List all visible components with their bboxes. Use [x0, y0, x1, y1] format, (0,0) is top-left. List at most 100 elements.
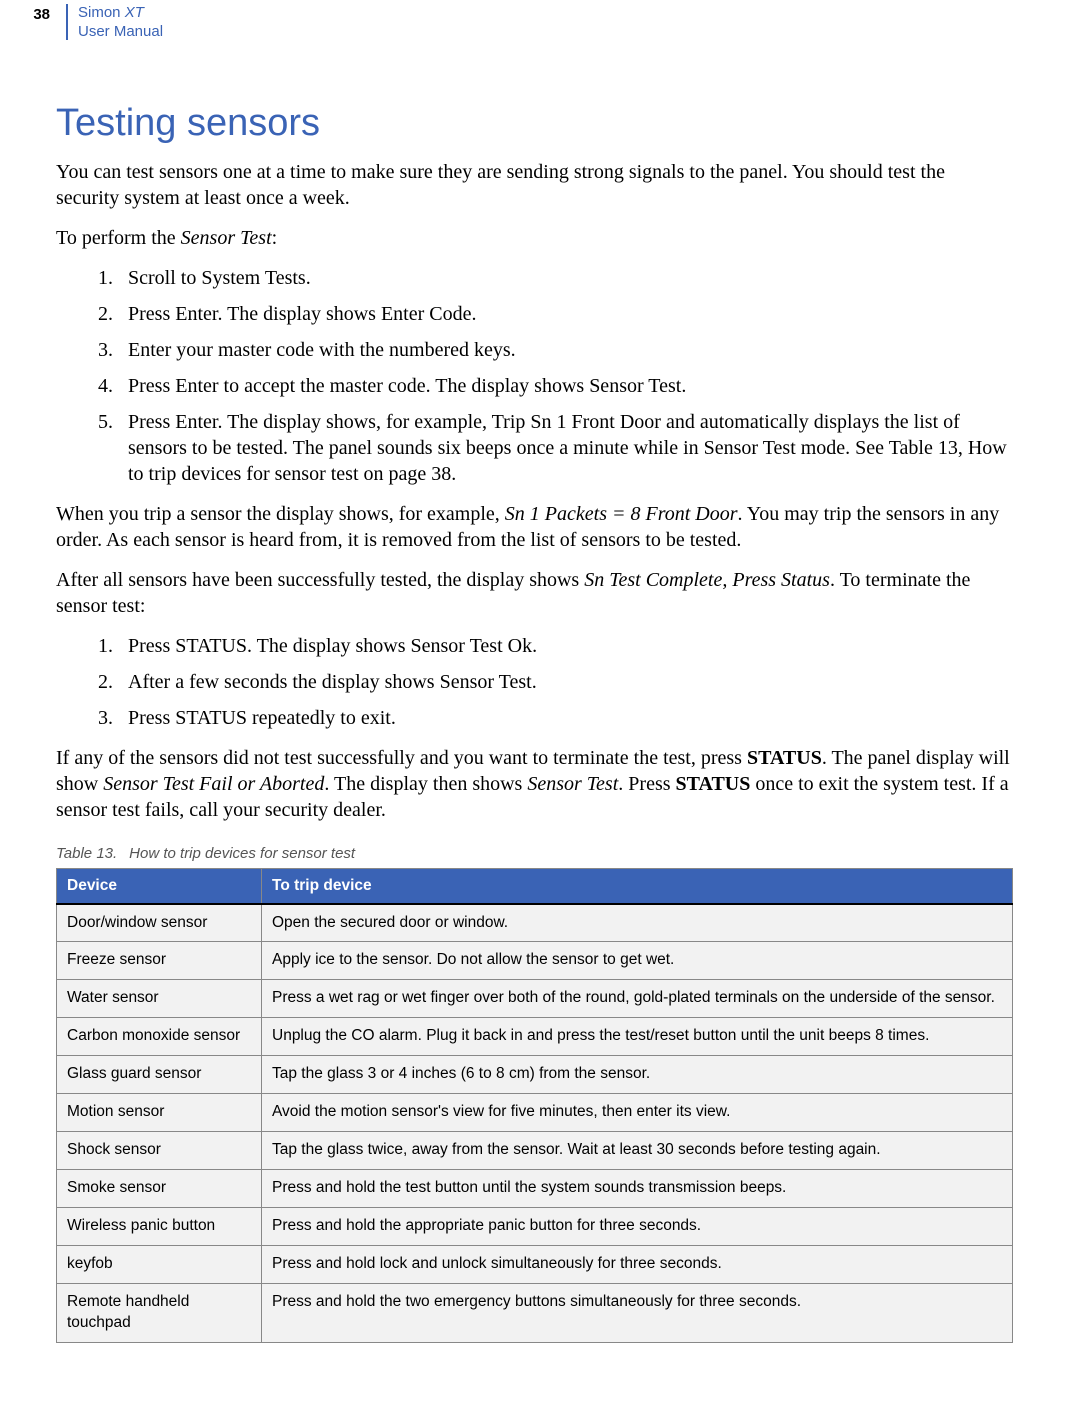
text: . — [532, 635, 537, 657]
text-italic: Sensor Test — [527, 773, 618, 795]
text: Scroll to — [128, 267, 201, 289]
text: . — [681, 375, 686, 397]
cell-action: Avoid the motion sensor's view for five … — [262, 1094, 1013, 1132]
list-item: Press Enter. The display shows, for exam… — [118, 409, 1013, 487]
table-row: Motion sensorAvoid the motion sensor's v… — [57, 1094, 1013, 1132]
cell-action: Open the secured door or window. — [262, 904, 1013, 942]
cell-device: keyfob — [57, 1245, 262, 1283]
text: . The display then shows — [324, 773, 527, 795]
list-item: Enter your master code with the numbered… — [118, 337, 1013, 363]
text: to accept the master code. The display s… — [219, 375, 590, 397]
list-item: After a few seconds the display shows Se… — [118, 669, 1013, 695]
text-italic: Sensor Test — [704, 437, 796, 459]
text: Press — [128, 635, 175, 657]
table-row: Smoke sensorPress and hold the test butt… — [57, 1169, 1013, 1207]
text: . Press — [618, 773, 675, 795]
text-bold: Enter — [175, 375, 218, 397]
doc-title-line1: Simon XT — [78, 4, 163, 23]
header-divider — [66, 4, 68, 40]
text: After a few seconds the display shows — [128, 671, 440, 693]
text: To perform the — [56, 227, 181, 249]
text-italic: Sn Test Complete, Press Status — [584, 569, 830, 591]
text: Enter your master code with the numbered… — [128, 339, 516, 361]
cell-device: Shock sensor — [57, 1132, 262, 1170]
text-italic: Sensor Test — [589, 375, 681, 397]
cell-action: Press and hold the two emergency buttons… — [262, 1283, 1013, 1342]
text: . — [306, 267, 311, 289]
col-header-device: Device — [57, 868, 262, 904]
col-header-action: To trip device — [262, 868, 1013, 904]
table-row: Door/window sensorOpen the secured door … — [57, 904, 1013, 942]
page: 38 Simon XT User Manual Testing sensors … — [0, 0, 1069, 1409]
cell-action: Press a wet rag or wet finger over both … — [262, 980, 1013, 1018]
table-header-row: Device To trip device — [57, 868, 1013, 904]
text-italic: Sensor Test Ok — [411, 635, 533, 657]
text-italic: System Tests — [201, 267, 305, 289]
text: Press — [128, 303, 175, 325]
cell-action: Tap the glass 3 or 4 inches (6 to 8 cm) … — [262, 1056, 1013, 1094]
device-trip-table: Device To trip device Door/window sensor… — [56, 868, 1013, 1343]
cell-device: Door/window sensor — [57, 904, 262, 942]
text-bold: STATUS — [175, 707, 247, 729]
text-bold: STATUS — [175, 635, 247, 657]
text-italic: Sensor Test Fail or Aborted — [103, 773, 324, 795]
cell-action: Press and hold the appropriate panic but… — [262, 1207, 1013, 1245]
table-row: keyfobPress and hold lock and unlock sim… — [57, 1245, 1013, 1283]
cell-device: Motion sensor — [57, 1094, 262, 1132]
table-row: Shock sensorTap the glass twice, away fr… — [57, 1132, 1013, 1170]
text: on page 38. — [359, 463, 457, 485]
intro-paragraph: You can test sensors one at a time to ma… — [56, 159, 1013, 211]
text-bold: Enter — [175, 303, 217, 325]
table-title: How to trip devices for sensor test — [129, 845, 355, 862]
cell-device: Glass guard sensor — [57, 1056, 262, 1094]
cell-device: Water sensor — [57, 980, 262, 1018]
text: When you trip a sensor the display shows… — [56, 503, 505, 525]
cell-action: Tap the glass twice, away from the senso… — [262, 1132, 1013, 1170]
product-name: Simon — [78, 4, 125, 21]
perform-label: To perform the Sensor Test: — [56, 225, 1013, 251]
cell-action: Unplug the CO alarm. Plug it back in and… — [262, 1018, 1013, 1056]
text-italic: Enter Code — [381, 303, 472, 325]
text: Press — [128, 375, 175, 397]
text-italic: Trip Sn 1 Front Door — [492, 411, 661, 433]
list-item: Press Enter. The display shows Enter Cod… — [118, 301, 1013, 327]
text: . The display shows — [247, 635, 411, 657]
text-bold: STATUS — [747, 747, 822, 769]
section-heading: Testing sensors — [56, 102, 1013, 145]
text: After all sensors have been successfully… — [56, 569, 584, 591]
product-suffix: XT — [125, 4, 144, 21]
text: . — [532, 671, 537, 693]
table-row: Freeze sensorApply ice to the sensor. Do… — [57, 942, 1013, 980]
text-bold: Enter — [175, 411, 217, 433]
page-header: 38 Simon XT User Manual — [0, 0, 1013, 42]
text-italic: Sensor Test — [440, 671, 532, 693]
table-row: Wireless panic buttonPress and hold the … — [57, 1207, 1013, 1245]
text: repeatedly to exit. — [247, 707, 396, 729]
text: Press — [128, 411, 175, 433]
text-italic: Sensor Test — [181, 227, 272, 249]
cell-action: Apply ice to the sensor. Do not allow th… — [262, 942, 1013, 980]
doc-title: Simon XT User Manual — [78, 0, 163, 42]
list-item: Press STATUS repeatedly to exit. — [118, 705, 1013, 731]
body-paragraph: After all sensors have been successfully… — [56, 567, 1013, 619]
list-item: Press Enter to accept the master code. T… — [118, 373, 1013, 399]
table-row: Water sensorPress a wet rag or wet finge… — [57, 980, 1013, 1018]
closing-paragraph: If any of the sensors did not test succe… — [56, 745, 1013, 823]
text: . The display shows, for example, — [217, 411, 491, 433]
steps-list-1: Scroll to System Tests. Press Enter. The… — [56, 265, 1013, 487]
cell-device: Carbon monoxide sensor — [57, 1018, 262, 1056]
cell-device: Smoke sensor — [57, 1169, 262, 1207]
table-row: Remote handheld touchpadPress and hold t… — [57, 1283, 1013, 1342]
cell-device: Remote handheld touchpad — [57, 1283, 262, 1342]
table-caption: Table 13. How to trip devices for sensor … — [56, 845, 1013, 862]
table-number: Table 13. — [56, 845, 117, 862]
cell-action: Press and hold the test button until the… — [262, 1169, 1013, 1207]
doc-title-line2: User Manual — [78, 23, 163, 42]
cell-action: Press and hold lock and unlock simultane… — [262, 1245, 1013, 1283]
cell-device: Freeze sensor — [57, 942, 262, 980]
text-italic: Sn 1 Packets = 8 Front Door — [505, 503, 738, 525]
table-row: Glass guard sensorTap the glass 3 or 4 i… — [57, 1056, 1013, 1094]
page-number: 38 — [0, 0, 56, 23]
list-item: Scroll to System Tests. — [118, 265, 1013, 291]
text: mode. See — [796, 437, 889, 459]
